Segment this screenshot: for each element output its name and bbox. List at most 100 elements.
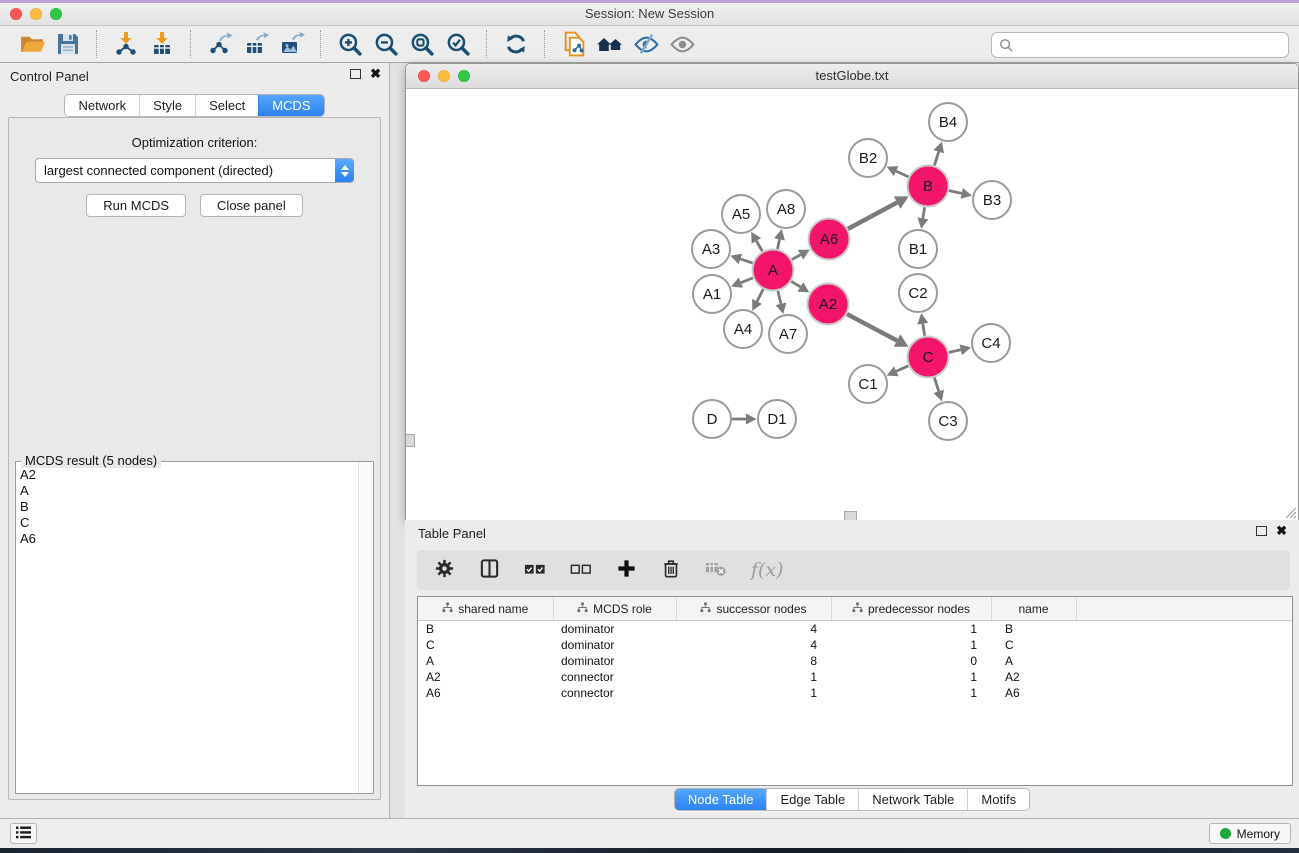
result-scrollbar[interactable] [358,462,373,793]
graph-node-A2[interactable]: A2 [808,284,849,325]
float-table-panel-icon[interactable] [1256,526,1267,536]
graph-node-A1[interactable]: A1 [693,275,731,313]
optimization-criterion-select[interactable]: largest connected component (directed) [35,158,354,183]
column-header-name[interactable]: name [991,597,1076,621]
zoom-fit-button[interactable] [407,29,437,59]
memory-button[interactable]: Memory [1209,823,1291,844]
network-canvas[interactable]: B4 B2 B B3 A8A5 A6 A3 B1 A A1 C2 A2 A4A7 C4 C C1 D D1 C3 [406,89,1298,520]
tab-edge-table[interactable]: Edge Table [766,789,858,810]
delete-table-icon [705,559,727,581]
svg-text:D: D [707,411,718,428]
show-details-button[interactable] [667,29,697,59]
graph-node-B2[interactable]: B2 [849,139,887,177]
add-column-button[interactable] [616,558,637,582]
graph-node-D[interactable]: D [693,400,731,438]
edge-B-B3 [949,191,962,194]
function-builder-button[interactable]: f(x) [751,559,784,581]
vertical-scroll-handle[interactable] [406,434,415,447]
save-session-button[interactable] [53,29,83,59]
graph-node-A7[interactable]: A7 [769,315,807,353]
resize-grip[interactable] [1284,506,1297,519]
graph-node-B[interactable]: B [908,166,949,207]
table-settings-button[interactable] [434,558,455,582]
refresh-layout-button[interactable] [501,29,531,59]
tab-network-table[interactable]: Network Table [858,789,967,810]
graph-node-A3[interactable]: A3 [692,230,730,268]
export-network-button[interactable] [205,29,235,59]
run-mcds-button[interactable]: Run MCDS [86,194,186,217]
network-from-document-button[interactable] [559,29,589,59]
mcds-result-item[interactable]: A2 [20,467,358,483]
task-history-button[interactable] [10,823,37,844]
tab-motifs[interactable]: Motifs [967,789,1029,810]
close-table-panel-icon[interactable]: ✖ [1276,526,1287,536]
application-window: Session: New Session [0,0,1299,853]
mcds-result-item[interactable]: A6 [20,531,358,547]
graph-node-C[interactable]: C [908,337,949,378]
document-network-icon [560,31,588,58]
graph-node-C2[interactable]: C2 [899,274,937,312]
delete-table-button[interactable] [705,559,727,581]
svg-text:C3: C3 [938,413,957,430]
home-views-button[interactable] [595,29,625,59]
export-image-button[interactable] [277,29,307,59]
tab-mcds[interactable]: MCDS [258,95,323,116]
arrowhead-icon [746,414,757,425]
table-panel-tabs: Node TableEdge TableNetwork TableMotifs [674,788,1030,811]
table-header-row[interactable]: shared nameMCDS rolesuccessor nodesprede… [418,597,1292,621]
table-row[interactable]: A6connector11A6 [418,685,1292,701]
graph-node-A8[interactable]: A8 [767,190,805,228]
graph-node-C1[interactable]: C1 [849,365,887,403]
import-network-icon [112,31,140,57]
hide-details-button[interactable] [631,29,661,59]
import-network-button[interactable] [111,29,141,59]
graph-node-B4[interactable]: B4 [929,103,967,141]
table-row[interactable]: Bdominator41B [418,621,1292,638]
graph-node-B3[interactable]: B3 [973,181,1011,219]
zoom-selected-button[interactable] [443,29,473,59]
graph-node-A4[interactable]: A4 [724,310,762,348]
graph-node-C3[interactable]: C3 [929,402,967,440]
mcds-result-list[interactable]: A2ABCA6 [16,465,358,793]
column-header-successor-nodes[interactable]: successor nodes [676,597,831,621]
graph-node-A[interactable]: A [753,250,794,291]
column-header-predecessor-nodes[interactable]: predecessor nodes [831,597,991,621]
zoom-out-button[interactable] [371,29,401,59]
unselect-all-columns-button[interactable] [570,561,592,580]
table-row[interactable]: Adominator80A [418,653,1292,669]
graph-node-A5[interactable]: A5 [722,195,760,233]
select-all-columns-button[interactable] [524,561,546,580]
graph-node-A6[interactable]: A6 [809,219,850,260]
graph-node-D1[interactable]: D1 [758,400,796,438]
search-input[interactable] [1018,35,1288,55]
tab-network[interactable]: Network [65,95,139,116]
close-panel-button[interactable]: Close panel [200,194,303,217]
export-table-button[interactable] [241,29,271,59]
open-session-button[interactable] [17,29,47,59]
edge-B-B4 [934,152,938,166]
close-panel-icon[interactable]: ✖ [370,69,381,79]
zoom-in-button[interactable] [335,29,365,59]
import-table-button[interactable] [147,29,177,59]
tab-node-table[interactable]: Node Table [675,789,767,810]
network-window-titlebar[interactable]: testGlobe.txt [406,64,1298,89]
search-field [991,32,1289,58]
graph-node-C4[interactable]: C4 [972,324,1010,362]
mcds-result-item[interactable]: B [20,499,358,515]
mcds-result-item[interactable]: C [20,515,358,531]
show-columns-button[interactable] [479,558,500,582]
column-header-mcds-role[interactable]: MCDS role [553,597,676,621]
edge-B-B2 [896,171,908,177]
delete-columns-button[interactable] [661,558,681,582]
tab-style[interactable]: Style [139,95,195,116]
mcds-result-item[interactable]: A [20,483,358,499]
column-header-shared-name[interactable]: shared name [418,597,553,621]
graph-node-B1[interactable]: B1 [899,230,937,268]
tab-select[interactable]: Select [195,95,258,116]
table-row[interactable]: Cdominator41C [418,637,1292,653]
table-row[interactable]: A2connector11A2 [418,669,1292,685]
dropdown-stepper-icon [335,159,354,182]
horizontal-scroll-handle[interactable] [844,511,857,520]
arrowhead-icon [934,390,944,402]
float-panel-icon[interactable] [350,69,361,79]
